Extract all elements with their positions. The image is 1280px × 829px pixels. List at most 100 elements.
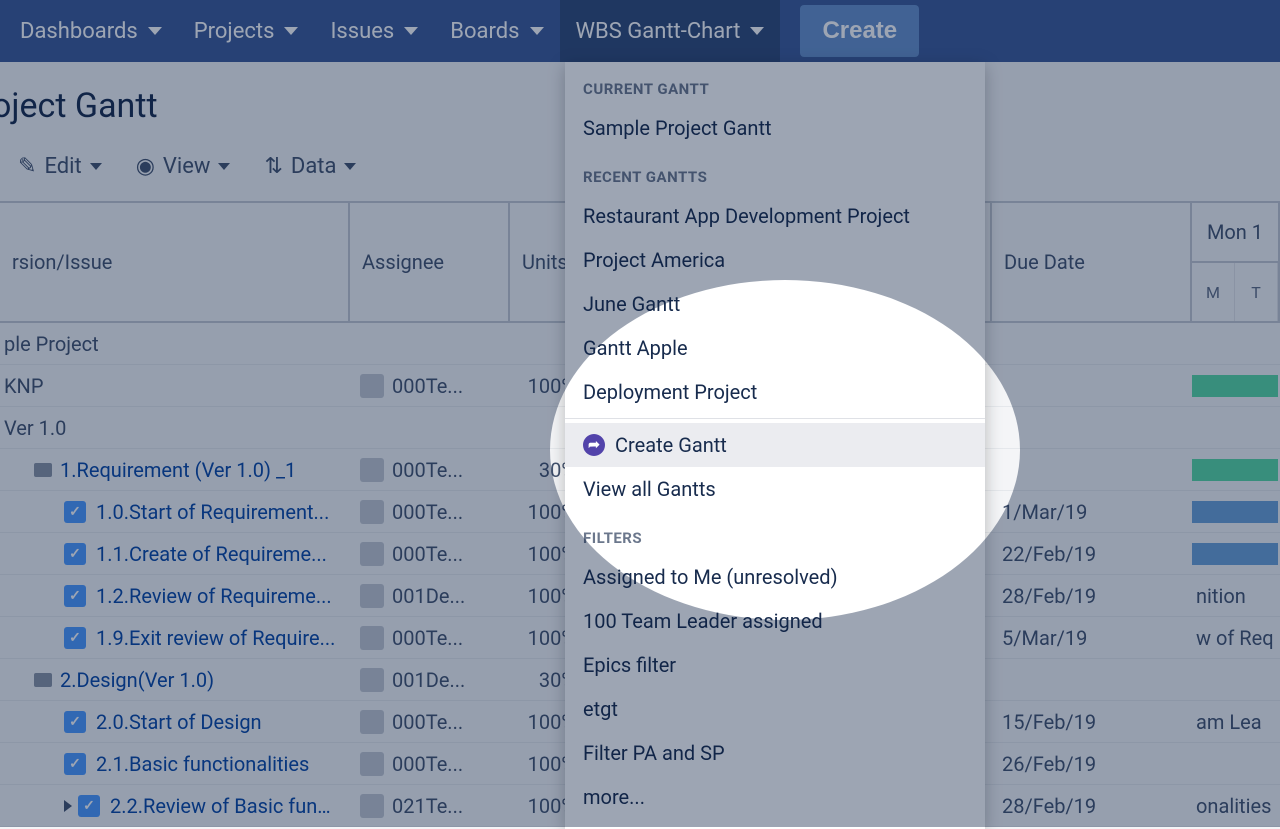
nav-dashboards[interactable]: Dashboards — [4, 0, 178, 62]
due-cell: 22/Feb/19 — [992, 533, 1192, 574]
task-icon: ✓ — [64, 711, 86, 733]
toolbar-label: Edit — [44, 154, 81, 179]
assignee-name: 000Te... — [392, 710, 463, 734]
gantt-cell: am Lea — [1192, 701, 1280, 742]
assignee-cell: 000Te... — [350, 491, 510, 532]
due-cell — [992, 365, 1192, 406]
dropdown-item-label: etgt — [583, 697, 618, 721]
gantt-cell — [1192, 659, 1280, 700]
chevron-down-icon — [344, 163, 356, 170]
issue-cell: ple Project — [0, 323, 350, 364]
eye-icon: ◉ — [136, 154, 155, 179]
calendar-day: M — [1192, 263, 1235, 321]
dropdown-item[interactable]: Filter PA and SP — [565, 731, 985, 775]
nav-issues[interactable]: Issues — [314, 0, 434, 62]
folder-icon — [34, 673, 52, 687]
nav-wbs-gantt[interactable]: WBS Gantt-Chart — [560, 0, 781, 62]
issue-label[interactable]: 2.1.Basic functionalities — [96, 752, 309, 776]
chevron-down-icon — [148, 27, 162, 35]
col-header-assignee[interactable]: Assignee — [350, 203, 508, 321]
dropdown-item-label: 100 Team Leader assigned — [583, 609, 823, 633]
avatar — [360, 374, 384, 398]
dropdown-item-label: Sample Project Gantt — [583, 116, 772, 140]
issue-label[interactable]: 1.2.Review of Requireme... — [96, 584, 332, 608]
dropdown-item[interactable]: Restaurant App Development Project — [565, 194, 985, 238]
gantt-dropdown-menu: CURRENT GANTTSample Project GanttRECENT … — [565, 62, 985, 829]
dropdown-item[interactable]: etgt — [565, 687, 985, 731]
assignee-cell: 000Te... — [350, 617, 510, 658]
due-cell — [992, 659, 1192, 700]
gantt-cell — [1192, 743, 1280, 784]
due-cell: 1/Mar/19 — [992, 491, 1192, 532]
dropdown-item[interactable]: Assigned to Me (unresolved) — [565, 555, 985, 599]
assignee-cell — [350, 407, 510, 448]
dropdown-item-label: View all Gantts — [583, 477, 716, 501]
folder-icon — [34, 463, 52, 477]
col-header-issue[interactable]: rsion/Issue — [0, 203, 348, 321]
col-header-due[interactable]: Due Date — [992, 203, 1190, 321]
assignee-cell: 001De... — [350, 659, 510, 700]
top-nav: Dashboards Projects Issues Boards WBS Ga… — [0, 0, 1280, 62]
gantt-cell — [1192, 491, 1280, 532]
toolbar-label: View — [163, 154, 211, 179]
issue-label[interactable]: 1.Requirement (Ver 1.0) _1 — [60, 458, 296, 482]
chevron-down-icon — [530, 27, 544, 35]
edit-dropdown[interactable]: ✎ Edit — [18, 154, 102, 179]
avatar — [360, 584, 384, 608]
issue-label[interactable]: 2.2.Review of Basic functi... — [110, 794, 338, 818]
gantt-bar-label: onalities — [1192, 794, 1271, 818]
avatar — [360, 542, 384, 566]
task-icon: ✓ — [64, 753, 86, 775]
issue-label[interactable]: 2.Design(Ver 1.0) — [60, 668, 214, 692]
expand-icon[interactable] — [64, 800, 72, 812]
nav-label: Dashboards — [20, 19, 138, 44]
view-dropdown[interactable]: ◉ View — [136, 154, 231, 179]
assignee-name: 000Te... — [392, 458, 463, 482]
assignee-cell: 021Te... — [350, 785, 510, 826]
gantt-bar[interactable] — [1192, 459, 1278, 481]
dropdown-item[interactable]: View all Gantts — [565, 467, 985, 511]
dropdown-item[interactable]: ➦Create Gantt — [565, 423, 985, 467]
gantt-bar[interactable] — [1192, 375, 1278, 397]
data-dropdown[interactable]: ⇅ Data — [264, 154, 356, 179]
chevron-down-icon — [404, 27, 418, 35]
dropdown-item[interactable]: 100 Team Leader assigned — [565, 599, 985, 643]
issue-label[interactable]: 1.9.Exit review of Require... — [96, 626, 335, 650]
gantt-bar[interactable] — [1192, 543, 1278, 565]
gantt-bar-label: w of Req — [1192, 626, 1274, 650]
dropdown-item[interactable]: Sample Project Gantt — [565, 106, 985, 150]
issue-cell: ✓1.1.Create of Requireme... — [0, 533, 350, 574]
avatar — [360, 710, 384, 734]
gantt-cell — [1192, 365, 1280, 406]
chevron-down-icon — [90, 163, 102, 170]
issue-label[interactable]: 1.1.Create of Requireme... — [96, 542, 327, 566]
dropdown-separator — [565, 418, 985, 419]
gantt-cell — [1192, 533, 1280, 574]
dropdown-item-label: Project America — [583, 248, 725, 272]
nav-boards[interactable]: Boards — [434, 0, 559, 62]
dropdown-item[interactable]: Gantt Apple — [565, 326, 985, 370]
dropdown-item[interactable]: Epics filter — [565, 643, 985, 687]
dropdown-item[interactable]: Deployment Project — [565, 370, 985, 414]
issue-label[interactable]: 1.0.Start of Requirement... — [96, 500, 329, 524]
nav-projects[interactable]: Projects — [178, 0, 315, 62]
dropdown-item[interactable]: June Gantt — [565, 282, 985, 326]
assignee-name: 001De... — [392, 584, 465, 608]
assignee-name: 000Te... — [392, 752, 463, 776]
dropdown-item-label: Epics filter — [583, 653, 676, 677]
dropdown-item[interactable]: Project America — [565, 238, 985, 282]
task-icon: ✓ — [78, 795, 100, 817]
dropdown-item[interactable]: more... — [565, 775, 985, 819]
due-cell: 28/Feb/19 — [992, 785, 1192, 826]
task-icon: ✓ — [64, 501, 86, 523]
issue-label[interactable]: 2.0.Start of Design — [96, 710, 262, 734]
gantt-bar[interactable] — [1192, 501, 1278, 523]
due-cell: 5/Mar/19 — [992, 617, 1192, 658]
dropdown-item-label: more... — [583, 785, 645, 809]
avatar — [360, 458, 384, 482]
dropdown-section-label: FILTERS — [565, 511, 985, 555]
create-button[interactable]: Create — [800, 5, 919, 57]
issue-cell: ✓ 2.2.Review of Basic functi... — [0, 785, 350, 826]
issue-cell: ✓1.9.Exit review of Require... — [0, 617, 350, 658]
dropdown-item-label: Deployment Project — [583, 380, 757, 404]
